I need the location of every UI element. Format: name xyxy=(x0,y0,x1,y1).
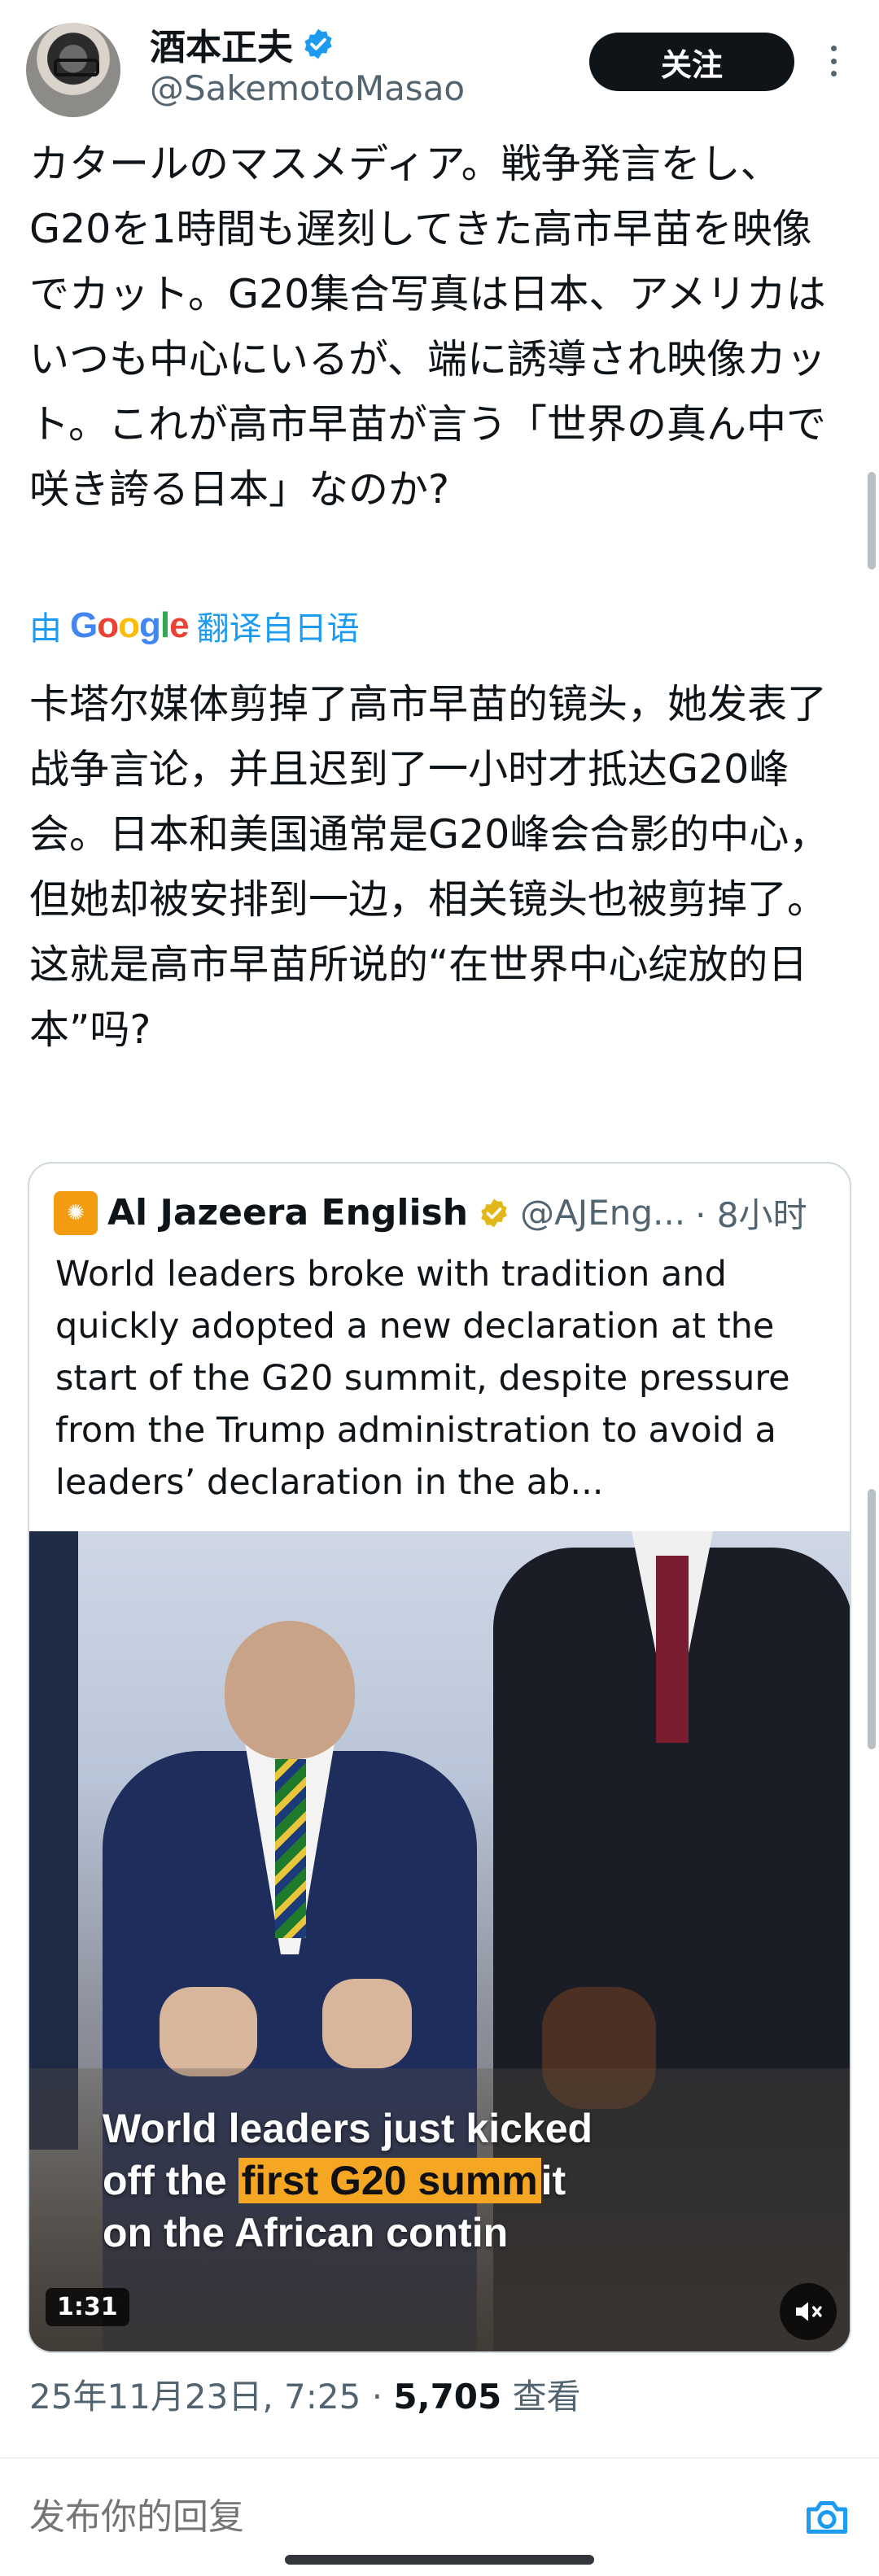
quoted-tweet-card[interactable]: ✺ Al Jazeera English @AJEng... · 8小时 Wor… xyxy=(28,1162,851,2353)
author-name-row: 酒本正夫 xyxy=(150,18,335,70)
quote-author-handle: @AJEng... xyxy=(520,1193,686,1233)
scrollbar-thumb[interactable] xyxy=(868,472,876,570)
reply-bar xyxy=(29,2482,851,2552)
camera-icon[interactable] xyxy=(802,2493,851,2542)
quote-text: World leaders broke with tradition and q… xyxy=(55,1254,790,1503)
tweet-date[interactable]: 25年11月23日, 7:25 · xyxy=(29,2377,393,2417)
video-caption: World leaders just kicked off the first … xyxy=(103,2102,835,2259)
views-count: 5,705 xyxy=(393,2377,502,2417)
divider xyxy=(0,2457,879,2459)
author-handle[interactable]: @SakemotoMasao xyxy=(150,68,465,108)
more-dots-icon[interactable] xyxy=(819,41,848,81)
views-label: 查看 xyxy=(501,2377,581,2417)
tweet-text: カタールのマスメディア。戦争発言をし、G20を1時間も遅刻してきた高市早苗を映像… xyxy=(29,141,827,513)
scrollbar-thumb-secondary[interactable] xyxy=(868,1489,876,1749)
translation-attribution[interactable]: 由 Google 翻译自日语 xyxy=(29,602,360,649)
caption-line-2: off the first G20 summit xyxy=(103,2158,566,2203)
caption-line-1: World leaders just kicked xyxy=(103,2106,593,2151)
home-indicator[interactable] xyxy=(285,2555,594,2565)
quote-header: ✺ Al Jazeera English @AJEng... · 8小时 xyxy=(54,1188,807,1238)
author-display-name[interactable]: 酒本正夫 xyxy=(150,18,293,70)
video-player[interactable]: World leaders just kicked off the first … xyxy=(29,1531,850,2351)
quote-author-name: Al Jazeera English xyxy=(107,1192,469,1233)
quote-time: · 8小时 xyxy=(695,1195,807,1235)
al-jazeera-logo-icon: ✺ xyxy=(54,1190,98,1235)
verified-badge-icon xyxy=(304,28,332,59)
video-duration: 1:31 xyxy=(46,2288,129,2326)
avatar[interactable] xyxy=(26,23,120,117)
gold-verified-badge-icon xyxy=(481,1198,507,1227)
caption-highlight: first G20 summ xyxy=(238,2158,541,2203)
caption-line-3: on the African contin xyxy=(103,2210,509,2255)
speaker-muted-icon[interactable] xyxy=(780,2283,837,2340)
follow-button[interactable]: 关注 xyxy=(589,33,794,91)
video-figure-edge xyxy=(29,1531,78,2150)
google-logo: Google xyxy=(70,605,190,645)
reply-input[interactable] xyxy=(29,2495,762,2538)
tweet-meta: 25年11月23日, 7:25 · 5,705 查看 xyxy=(29,2369,581,2419)
translate-by-label: 由 xyxy=(29,610,62,648)
translate-from-label: 翻译自日语 xyxy=(196,610,360,648)
translated-text: 卡塔尔媒体剪掉了高市早苗的镜头，她发表了战争言论，并且迟到了一小时才抵达G20峰… xyxy=(29,681,829,1053)
